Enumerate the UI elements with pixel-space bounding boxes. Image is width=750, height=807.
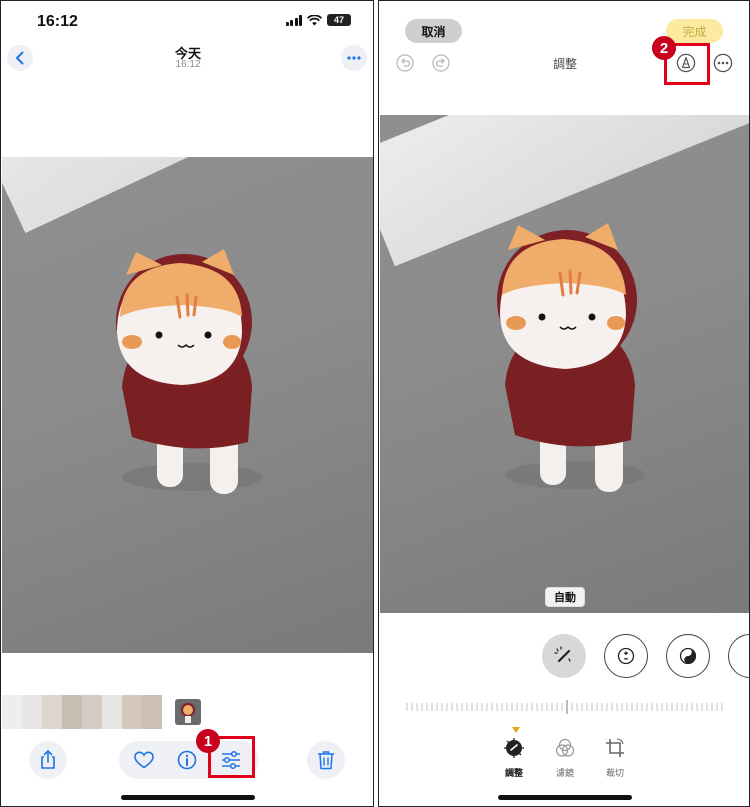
cancel-button[interactable]: 取消 <box>405 19 462 43</box>
slider-position-marker <box>512 727 520 733</box>
favorite-button[interactable] <box>129 745 159 775</box>
exposure-icon <box>617 647 635 665</box>
cat-figure-illustration <box>497 223 645 492</box>
status-icons: 47 <box>285 14 351 26</box>
tab-crop[interactable]: 裁切 <box>595 737 635 779</box>
magic-wand-icon <box>554 646 571 663</box>
status-time: 16:12 <box>37 13 78 30</box>
auto-adjust-label: 自動 <box>545 587 585 607</box>
share-button[interactable] <box>29 741 67 779</box>
tab-filters-label: 濾鏡 <box>555 768 574 778</box>
thumbnail-strip[interactable] <box>2 695 162 729</box>
crop-rotate-icon <box>606 738 624 757</box>
battery-indicator: 47 <box>327 14 351 26</box>
tab-crop-label: 裁切 <box>605 768 624 778</box>
cellular-signal-icon <box>285 14 302 26</box>
cat-figure-illustration <box>116 249 262 494</box>
info-button[interactable] <box>172 745 202 775</box>
heart-icon <box>134 751 154 769</box>
adjustment-slider[interactable] <box>405 700 725 714</box>
step-badge-1: 1 <box>196 729 220 753</box>
more-button[interactable] <box>341 45 367 71</box>
cat-figure-thumbnail-icon <box>181 703 195 723</box>
thumbnail-current[interactable] <box>175 699 201 725</box>
step-badge-2: 2 <box>652 36 676 60</box>
home-indicator <box>498 795 632 800</box>
page-subtitle-time: 16:12 <box>175 59 201 70</box>
done-button[interactable]: 完成 <box>666 19 723 43</box>
delete-button[interactable] <box>307 741 345 779</box>
yin-yang-icon <box>679 647 697 665</box>
tab-filters[interactable]: 濾鏡 <box>545 737 585 779</box>
trash-icon <box>318 751 334 770</box>
ellipsis-icon <box>347 56 361 60</box>
photo-viewer-screen: 16:12 47 今天 16:12 1 <box>0 0 374 807</box>
tab-adjust[interactable]: 調整 <box>494 737 534 779</box>
exposure-button[interactable] <box>604 634 648 678</box>
photo-image[interactable] <box>2 157 373 653</box>
photo-edit-screen: 取消 完成 調整 2 自動 調整 濾鏡 裁切 <box>378 0 750 807</box>
more-options-button[interactable] <box>713 53 733 73</box>
home-indicator <box>121 795 255 800</box>
photo-edit-preview[interactable] <box>380 115 749 613</box>
next-tool-button[interactable] <box>728 634 749 678</box>
ellipsis-circle-icon <box>713 53 733 73</box>
filter-circles-icon <box>555 738 575 757</box>
info-icon <box>177 750 197 770</box>
wifi-icon <box>307 14 322 25</box>
adjust-dial-icon <box>504 738 524 758</box>
share-icon <box>41 750 55 769</box>
brilliance-button[interactable] <box>666 634 710 678</box>
tab-adjust-label: 調整 <box>504 768 523 778</box>
auto-enhance-button[interactable] <box>542 634 586 678</box>
